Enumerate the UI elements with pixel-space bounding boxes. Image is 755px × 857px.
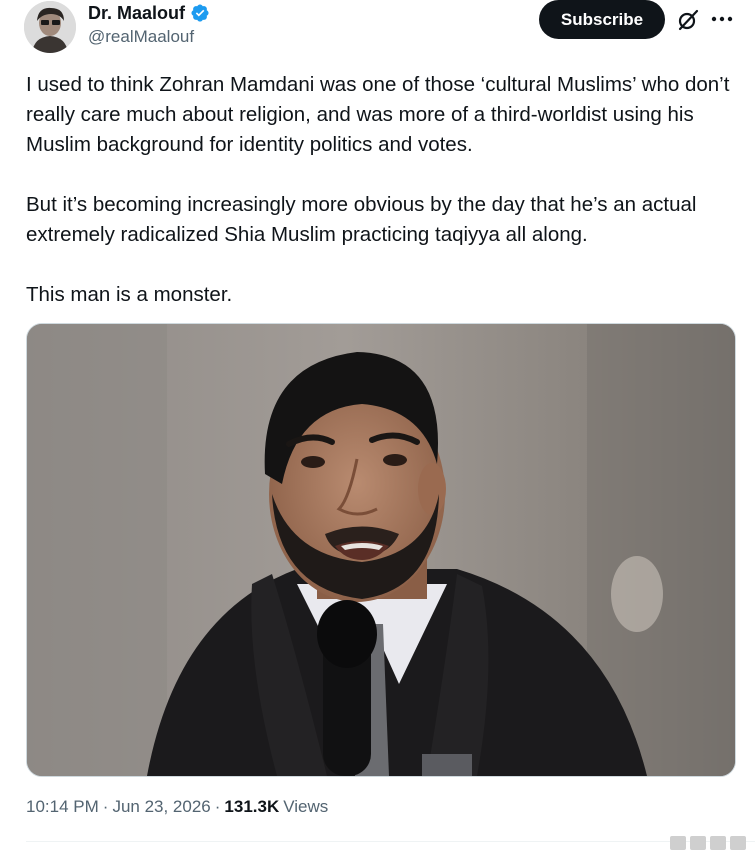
tweet-paragraph: This man is a monster. <box>26 283 233 306</box>
tweet-paragraph: But it’s becoming increasingly more obvi… <box>26 193 697 246</box>
grok-icon[interactable] <box>676 8 700 32</box>
tweet-date[interactable]: Jun 23, 2026 <box>112 797 210 817</box>
author-handle[interactable]: @realMaalouf <box>88 27 194 47</box>
display-name[interactable]: Dr. Maalouf <box>88 3 185 24</box>
tweet-text: I used to think Zohran Mamdani was one o… <box>26 70 741 310</box>
watermark-logo <box>670 836 746 850</box>
meta-separator: · <box>214 797 221 816</box>
meta-separator: · <box>102 797 109 816</box>
tweet-paragraph: I used to think Zohran Mamdani was one o… <box>26 73 730 156</box>
tweet-photo[interactable] <box>26 323 736 777</box>
avatar[interactable] <box>24 1 76 53</box>
tweet: Dr. Maalouf @realMaalouf Subscribe I use… <box>0 0 755 857</box>
subscribe-button[interactable]: Subscribe <box>539 0 665 39</box>
author-name-row[interactable]: Dr. Maalouf <box>88 0 210 26</box>
avatar-photo <box>24 1 76 53</box>
ellipsis-icon <box>711 16 733 22</box>
more-icon[interactable] <box>709 6 735 32</box>
views-label[interactable]: Views <box>283 797 328 817</box>
divider <box>26 841 755 842</box>
verified-badge-icon <box>191 4 209 22</box>
views-count[interactable]: 131.3K <box>224 797 279 817</box>
photo <box>27 324 735 776</box>
tweet-time[interactable]: 10:14 PM <box>26 797 99 817</box>
tweet-meta: 10:14 PM · Jun 23, 2026 · 131.3K Views <box>26 797 328 817</box>
